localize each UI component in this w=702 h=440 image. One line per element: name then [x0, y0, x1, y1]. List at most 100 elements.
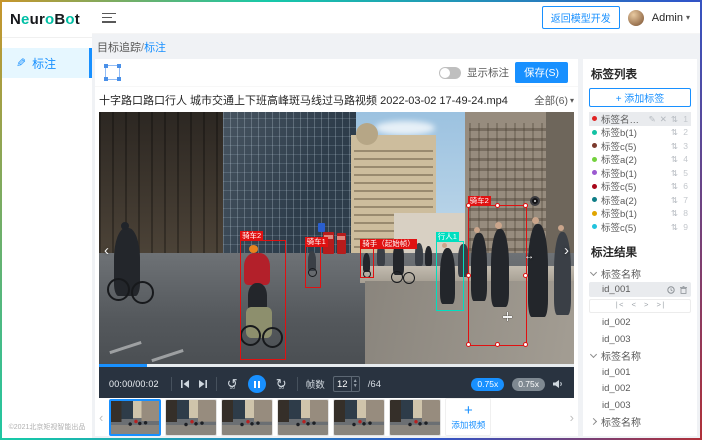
resize-handle[interactable]	[466, 273, 471, 278]
next-frame-icon[interactable]: >	[644, 302, 649, 310]
label-row[interactable]: 标签a(2) ✎ ✕ ⇅ 7	[589, 193, 691, 207]
resize-handle[interactable]	[466, 342, 471, 347]
volume-icon[interactable]	[553, 379, 564, 389]
add-video-button[interactable]: + 添加视频	[445, 398, 491, 436]
avatar[interactable]	[628, 10, 644, 26]
result-item-id: id_002	[602, 383, 691, 394]
bbox-tool-icon[interactable]	[105, 65, 120, 80]
annotation-bbox[interactable]: 骑车2	[240, 240, 286, 360]
video-canvas[interactable]: 骑车2骑车1骑手（起始帧）行人1骑车2 ‹ › ↔	[99, 112, 574, 364]
result-group[interactable]: 标签名称	[589, 414, 691, 429]
filter-dropdown[interactable]: 全部(6) ▾	[534, 93, 574, 108]
delete-icon[interactable]: ✕	[660, 115, 667, 124]
resize-handle[interactable]	[495, 203, 500, 208]
video-thumbnail[interactable]	[221, 399, 273, 436]
frame-number-input[interactable]	[334, 377, 351, 391]
pencil-icon: ✎	[16, 56, 26, 70]
video-thumbnail[interactable]	[165, 399, 217, 436]
sort-icon[interactable]: ⇅	[671, 196, 678, 205]
sort-icon[interactable]: ⇅	[671, 223, 678, 232]
sidebar-item-annotate[interactable]: ✎ 标注	[2, 48, 92, 78]
filmstrip-next-icon[interactable]: ›	[568, 410, 576, 425]
time-display: 00:00/00:02	[109, 379, 159, 389]
sort-icon[interactable]: ⇅	[671, 115, 678, 124]
video-thumbnail[interactable]	[333, 399, 385, 436]
group-name: 标签名称	[601, 266, 641, 281]
resize-handle[interactable]	[495, 342, 500, 347]
result-item[interactable]: id_001	[589, 282, 691, 297]
last-frame-icon[interactable]: >|	[657, 302, 666, 310]
label-row[interactable]: 标签名字最长数... ✎ ✕ ⇅ 1	[589, 112, 691, 126]
add-label-button[interactable]: + 添加标签	[589, 88, 691, 107]
label-row[interactable]: 标签b(1) ✎ ✕ ⇅ 2	[589, 126, 691, 140]
show-annotation-toggle[interactable]	[439, 67, 461, 79]
prev-video-chevron-icon[interactable]: ‹	[104, 243, 109, 258]
speed-pill[interactable]: 0.75x	[512, 378, 545, 391]
annotation-bbox[interactable]: 骑车2	[468, 205, 528, 346]
edit-icon[interactable]: ✎	[649, 115, 656, 124]
result-item[interactable]: id_003	[589, 332, 691, 347]
first-frame-icon[interactable]: |<	[614, 302, 623, 310]
sort-icon[interactable]: ⇅	[671, 155, 678, 164]
label-name: 标签a(2)	[601, 193, 667, 207]
video-thumbnail[interactable]	[277, 399, 329, 436]
annotation-toolbar: 显示标注 保存(S)	[95, 59, 578, 87]
save-button[interactable]: 保存(S)	[515, 62, 568, 83]
annotation-bbox[interactable]: 行人1	[436, 241, 464, 311]
label-row[interactable]: 标签c(5) ✎ ✕ ⇅ 6	[589, 180, 691, 194]
copyright-text: ©2021北京矩视智能出品	[2, 422, 92, 432]
back-to-model-dev-button[interactable]: 返回模型开发	[542, 6, 620, 29]
label-order: 2	[682, 127, 688, 137]
rewind-10-icon[interactable]: ↺10	[225, 377, 240, 392]
label-order: 6	[682, 181, 688, 191]
video-title: 十字路口路口行人 城市交通上下班高峰斑马线过马路视频 2022-03-02 17…	[99, 92, 526, 108]
forward-10-icon[interactable]: ↻10	[274, 377, 289, 392]
user-menu[interactable]: Admin ▾	[652, 12, 690, 24]
label-color-dot	[592, 184, 597, 189]
history-icon[interactable]	[667, 286, 675, 294]
screenshot-frame: NeuroBot ✎ 标注 ©2021北京矩视智能出品 返回模型开发 Admin…	[0, 0, 702, 440]
trash-icon[interactable]	[680, 286, 687, 294]
annotation-bbox[interactable]: 骑手（起始帧）	[360, 248, 373, 278]
breadcrumb-parent[interactable]: 目标追踪	[97, 42, 141, 54]
sort-icon[interactable]: ⇅	[671, 209, 678, 218]
label-row[interactable]: 标签c(5) ✎ ✕ ⇅ 3	[589, 139, 691, 153]
label-row[interactable]: 标签b(1) ✎ ✕ ⇅ 8	[589, 207, 691, 221]
scene-road-sign	[318, 223, 325, 232]
frame-stepper[interactable]: ▲▼	[351, 377, 359, 391]
filmstrip-prev-icon[interactable]: ‹	[97, 410, 105, 425]
result-group[interactable]: 标签名称	[589, 348, 691, 363]
label-row[interactable]: 标签c(5) ✎ ✕ ⇅ 9	[589, 220, 691, 234]
video-thumbnail[interactable]	[109, 399, 161, 436]
prev-frame-icon[interactable]: <	[631, 302, 636, 310]
menu-collapse-icon[interactable]	[102, 13, 116, 23]
annotation-tag: 骑车1	[305, 237, 328, 247]
user-name: Admin	[652, 12, 683, 24]
annotation-tag: 行人1	[436, 232, 459, 242]
result-item[interactable]: id_002	[589, 381, 691, 396]
show-annotation-label: 显示标注	[467, 65, 509, 80]
result-group[interactable]: 标签名称	[589, 266, 691, 281]
label-color-dot	[592, 143, 597, 148]
speed-pill-active[interactable]: 0.75x	[471, 378, 504, 391]
result-item-id: id_003	[602, 400, 691, 411]
resize-handle[interactable]	[466, 203, 471, 208]
sort-icon[interactable]: ⇅	[671, 169, 678, 178]
next-video-chevron-icon[interactable]: ›	[564, 243, 569, 258]
app-window: NeuroBot ✎ 标注 ©2021北京矩视智能出品 返回模型开发 Admin…	[2, 2, 700, 438]
sort-icon[interactable]: ⇅	[671, 182, 678, 191]
annotation-bbox[interactable]: 骑车1	[305, 246, 321, 288]
label-name: 标签c(5)	[601, 179, 667, 193]
progress-bar[interactable]	[99, 364, 574, 367]
sort-icon[interactable]: ⇅	[671, 128, 678, 137]
label-row[interactable]: 标签a(2) ✎ ✕ ⇅ 4	[589, 153, 691, 167]
result-item[interactable]: id_003	[589, 398, 691, 413]
label-row[interactable]: 标签b(1) ✎ ✕ ⇅ 5	[589, 166, 691, 180]
result-item[interactable]: id_001	[589, 365, 691, 380]
prev-frame-icon[interactable]	[180, 379, 190, 389]
video-thumbnail[interactable]	[389, 399, 441, 436]
result-item[interactable]: id_002	[589, 315, 691, 330]
next-frame-icon[interactable]	[198, 379, 208, 389]
pause-button[interactable]	[248, 375, 266, 393]
sort-icon[interactable]: ⇅	[671, 142, 678, 151]
